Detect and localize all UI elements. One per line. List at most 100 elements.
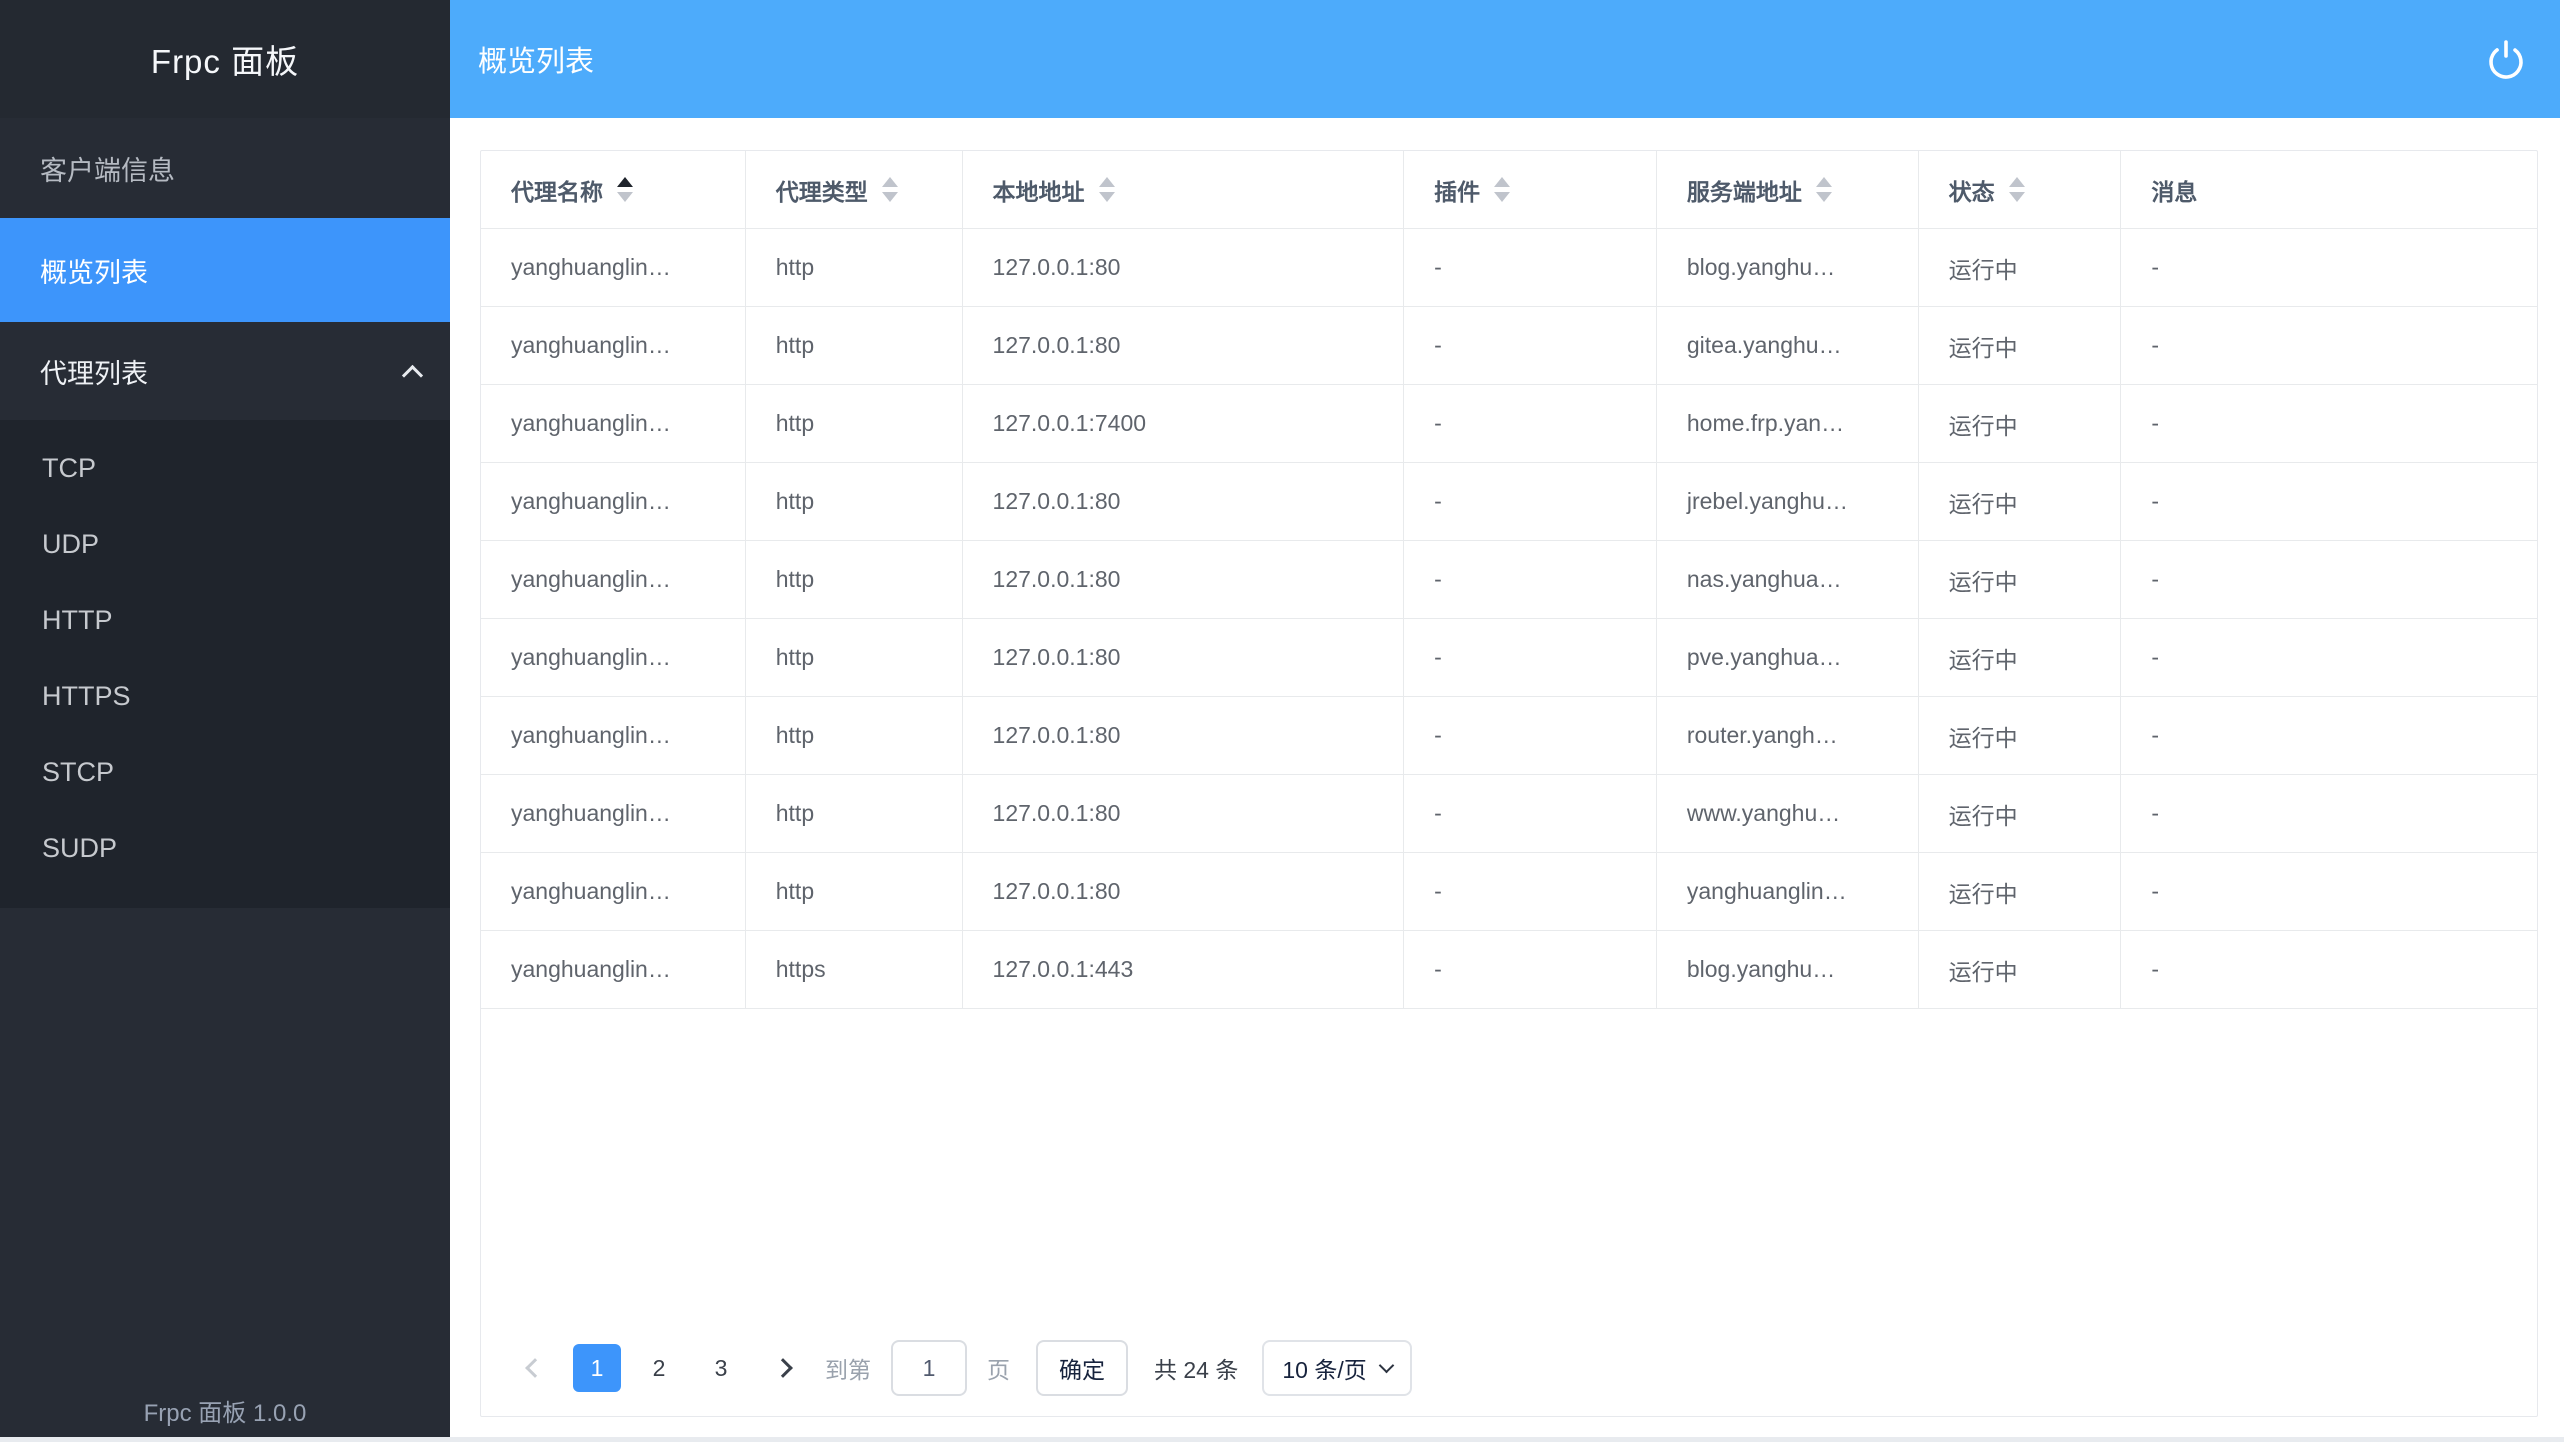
column-label: 本地地址 [993,173,1085,207]
cell-proxy-type: http [746,619,963,696]
column-header-proxy-name[interactable]: 代理名称 [481,151,746,228]
sidebar-item-label: 代理列表 [40,352,148,391]
cell-status: 运行中 [1919,697,2122,774]
table-row: yanghuanglin… https 127.0.0.1:443 - blog… [481,931,2537,1009]
cell-server-addr: blog.yanghu… [1657,229,1919,306]
sidebar-item-http[interactable]: HTTP [0,582,450,658]
sidebar-item-proxy-list[interactable]: 代理列表 [0,322,450,420]
cell-proxy-name: yanghuanglin… [481,697,746,774]
submenu-label: TCP [42,453,96,484]
sidebar-item-overview-list[interactable]: 概览列表 [0,218,450,322]
page-unit-label: 页 [987,1351,1010,1385]
column-label: 代理名称 [511,173,603,207]
goto-label: 到第 [825,1351,871,1385]
column-header-message: 消息 [2121,151,2537,228]
page-size-select[interactable]: 10 条/页 [1262,1340,1411,1396]
table-row: yanghuanglin… http 127.0.0.1:80 - www.ya… [481,775,2537,853]
cell-proxy-name: yanghuanglin… [481,229,746,306]
cell-message: - [2121,853,2537,930]
page-button-1[interactable]: 1 [573,1344,621,1392]
cell-proxy-type: http [746,697,963,774]
cell-status: 运行中 [1919,775,2122,852]
table-body: yanghuanglin… http 127.0.0.1:80 - blog.y… [481,229,2537,1009]
table-row: yanghuanglin… http 127.0.0.1:80 - yanghu… [481,853,2537,931]
page-button-2[interactable]: 2 [635,1344,683,1392]
top-header: 概览列表 [450,0,2560,118]
cell-proxy-name: yanghuanglin… [481,853,746,930]
cell-proxy-name: yanghuanglin… [481,619,746,696]
cell-status: 运行中 [1919,385,2122,462]
cell-proxy-name: yanghuanglin… [481,385,746,462]
column-header-server-addr[interactable]: 服务端地址 [1657,151,1919,228]
cell-proxy-name: yanghuanglin… [481,541,746,618]
cell-proxy-type: https [746,931,963,1008]
power-icon [2483,36,2529,82]
cell-plugin: - [1404,541,1657,618]
cell-proxy-type: http [746,775,963,852]
sidebar-item-https[interactable]: HTTPS [0,658,450,734]
table-header: 代理名称 代理类型 本地地址 插件 服务端地址 状态 [481,151,2537,229]
chevron-right-icon [773,1358,793,1378]
page-button-3[interactable]: 3 [697,1344,745,1392]
cell-message: - [2121,463,2537,540]
confirm-button[interactable]: 确定 [1036,1340,1128,1396]
column-header-proxy-type[interactable]: 代理类型 [746,151,963,228]
sidebar-item-udp[interactable]: UDP [0,506,450,582]
cell-server-addr: yanghuanglin… [1657,853,1919,930]
submenu-label: STCP [42,757,114,788]
table-row: yanghuanglin… http 127.0.0.1:80 - jrebel… [481,463,2537,541]
cell-plugin: - [1404,697,1657,774]
column-header-status[interactable]: 状态 [1919,151,2122,228]
cell-local-addr: 127.0.0.1:80 [963,541,1405,618]
sidebar-item-sudp[interactable]: SUDP [0,810,450,886]
cell-proxy-type: http [746,229,963,306]
cell-message: - [2121,385,2537,462]
cell-plugin: - [1404,229,1657,306]
app-title: Frpc 面板 [0,0,450,118]
cell-local-addr: 127.0.0.1:80 [963,619,1405,696]
cell-local-addr: 127.0.0.1:7400 [963,385,1405,462]
cell-local-addr: 127.0.0.1:80 [963,697,1405,774]
sort-icon [1816,177,1832,202]
cell-local-addr: 127.0.0.1:80 [963,853,1405,930]
next-page-button[interactable] [759,1344,807,1392]
cell-plugin: - [1404,463,1657,540]
cell-message: - [2121,697,2537,774]
table-row: yanghuanglin… http 127.0.0.1:7400 - home… [481,385,2537,463]
pagination: 1 2 3 到第 页 确定 共 24 条 10 条/页 [511,1338,1412,1398]
sidebar-item-tcp[interactable]: TCP [0,430,450,506]
cell-plugin: - [1404,619,1657,696]
column-label: 代理类型 [776,173,868,207]
sidebar-item-client-info[interactable]: 客户端信息 [0,118,450,218]
logout-button[interactable] [2478,31,2534,87]
cell-plugin: - [1404,775,1657,852]
table-row: yanghuanglin… http 127.0.0.1:80 - router… [481,697,2537,775]
sort-icon [617,177,633,202]
total-count-label: 共 24 条 [1154,1351,1238,1385]
cell-status: 运行中 [1919,853,2122,930]
cell-server-addr: jrebel.yanghu… [1657,463,1919,540]
cell-server-addr: nas.yanghua… [1657,541,1919,618]
sort-icon [2009,177,2025,202]
overview-card: 代理名称 代理类型 本地地址 插件 服务端地址 状态 [480,150,2538,1417]
goto-page-input[interactable] [891,1340,967,1396]
column-header-plugin[interactable]: 插件 [1404,151,1657,228]
cell-status: 运行中 [1919,229,2122,306]
sidebar-item-stcp[interactable]: STCP [0,734,450,810]
prev-page-button[interactable] [511,1344,559,1392]
cell-message: - [2121,775,2537,852]
cell-proxy-name: yanghuanglin… [481,775,746,852]
cell-status: 运行中 [1919,541,2122,618]
column-header-local-addr[interactable]: 本地地址 [963,151,1405,228]
sort-icon [1494,177,1510,202]
submenu-label: UDP [42,529,99,560]
cell-status: 运行中 [1919,619,2122,696]
cell-status: 运行中 [1919,307,2122,384]
sidebar-item-label: 概览列表 [40,251,148,290]
column-label: 服务端地址 [1687,173,1802,207]
cell-proxy-type: http [746,385,963,462]
cell-message: - [2121,229,2537,306]
sort-icon [1099,177,1115,202]
table-row: yanghuanglin… http 127.0.0.1:80 - blog.y… [481,229,2537,307]
cell-message: - [2121,541,2537,618]
